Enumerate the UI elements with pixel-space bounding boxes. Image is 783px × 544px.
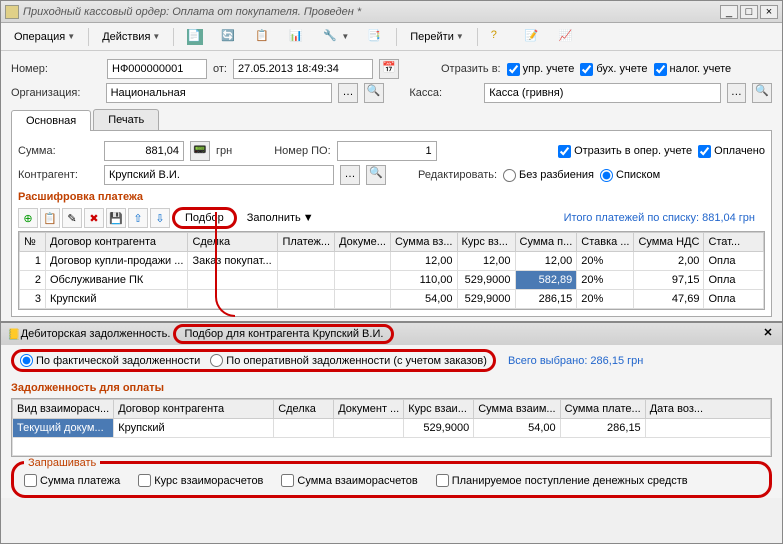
request-legend: Запрашивать [24, 457, 100, 469]
operation-menu[interactable]: Операция▼ [7, 28, 82, 46]
kassa-search-button[interactable]: 🔍 [752, 83, 772, 103]
edit-label: Редактировать: [418, 169, 497, 181]
req-settlesum-checkbox[interactable]: Сумма взаиморасчетов [281, 474, 417, 487]
table-row: 2Обслуживание ПК110,00529,9000582,8920%9… [20, 271, 764, 290]
grid-delete-button[interactable]: ✖ [84, 208, 104, 228]
radio-operative-debt[interactable]: По оперативной задолженности (с учетом з… [210, 354, 487, 367]
sum-label: Сумма: [18, 145, 98, 157]
org-field[interactable] [106, 83, 333, 103]
kassa-field[interactable] [484, 83, 720, 103]
number-field[interactable] [107, 59, 207, 79]
doc-icon [5, 5, 19, 19]
go-menu[interactable]: Перейти▼ [403, 28, 471, 46]
ka-search-button[interactable]: 🔍 [366, 165, 386, 185]
table-row: Текущий докум... Крупский 529,9000 54,00… [13, 419, 771, 438]
ka-select-button[interactable]: … [340, 165, 360, 185]
debt-section-title: Задолженность для оплаты [11, 382, 782, 394]
debt-grid[interactable]: Вид взаиморасч... Договор контрагента Сд… [11, 398, 772, 457]
toolbar-icon-2[interactable]: 🔄 [214, 26, 244, 48]
req-planned-checkbox[interactable]: Планируемое поступление денежных средств [436, 474, 688, 487]
org-label: Организация: [11, 87, 100, 99]
toolbar-icon-7[interactable]: 📝 [518, 26, 548, 48]
toolbar-icon-6[interactable]: 📑 [360, 26, 390, 48]
po-field[interactable] [337, 141, 437, 161]
subwin-title: Дебиторская задолженность. Подбор для ко… [21, 328, 760, 340]
currency-label: грн [216, 145, 232, 157]
selected-summary: Всего выбрано: 286,15 грн [508, 355, 643, 367]
fill-menu[interactable]: Заполнить▼ [239, 210, 322, 226]
oper-reflect-checkbox[interactable]: Отразить в опер. учете [558, 145, 692, 158]
req-rate-checkbox[interactable]: Курс взаиморасчетов [138, 474, 263, 487]
toolbar-icon-5[interactable]: 🔧▼ [316, 26, 356, 48]
grid-add-button[interactable]: ⊕ [18, 208, 38, 228]
toolbar-icon-3[interactable]: 📋 [248, 26, 278, 48]
section-title: Расшифровка платежа [18, 191, 765, 203]
date-picker-button[interactable]: 📅 [379, 59, 399, 79]
buh-checkbox[interactable]: бух. учете [580, 63, 647, 76]
po-label: Номер ПО: [274, 145, 330, 157]
grid-down-button[interactable]: ⇩ [150, 208, 170, 228]
date-field[interactable] [233, 59, 373, 79]
payments-summary: Итого платежей по списку: 881,04 грн [564, 212, 755, 224]
tab-print[interactable]: Печать [93, 109, 159, 130]
grid-up-button[interactable]: ⇧ [128, 208, 148, 228]
help-icon[interactable]: ? [484, 26, 514, 48]
actions-menu[interactable]: Действия▼ [95, 28, 167, 46]
toolbar-icon-4[interactable]: 📊 [282, 26, 312, 48]
paid-checkbox[interactable]: Оплачено [698, 145, 765, 158]
toolbar-icon-1[interactable]: 📄 [180, 26, 210, 48]
tab-main[interactable]: Основная [11, 110, 91, 131]
kassa-label: Касса: [409, 87, 478, 99]
podbor-button[interactable]: Подбор [172, 207, 237, 229]
close-button[interactable]: × [760, 5, 778, 19]
org-search-button[interactable]: 🔍 [364, 83, 384, 103]
upr-checkbox[interactable]: упр. учете [507, 63, 575, 76]
table-row: 3Крупский54,00529,9000286,1520%47,69Опла [20, 290, 764, 309]
ka-label: Контрагент: [18, 169, 98, 181]
toolbar-icon-8[interactable]: 📈 [552, 26, 582, 48]
subwin-icon: 📒 [7, 328, 21, 341]
req-sum-checkbox[interactable]: Сумма платежа [24, 474, 120, 487]
grid-save-button[interactable]: 💾 [106, 208, 126, 228]
grid-edit-button[interactable]: ✎ [62, 208, 82, 228]
from-label: от: [213, 63, 227, 75]
org-select-button[interactable]: … [338, 83, 358, 103]
sum-field[interactable] [104, 141, 184, 161]
grid-copy-button[interactable]: 📋 [40, 208, 60, 228]
reflect-label: Отразить в: [441, 63, 501, 75]
table-row: 1Договор купли-продажи ...Заказ покупат.… [20, 252, 764, 271]
maximize-button[interactable]: □ [740, 5, 758, 19]
number-label: Номер: [11, 63, 101, 75]
nal-checkbox[interactable]: налог. учете [654, 63, 732, 76]
edit-radio-single[interactable]: Без разбиения [503, 169, 594, 182]
window-title: Приходный кассовый ордер: Оплата от поку… [23, 6, 718, 18]
radio-actual-debt[interactable]: По фактической задолженности [20, 354, 200, 367]
payments-grid[interactable]: № Договор контрагента Сделка Платеж... Д… [18, 231, 765, 310]
kassa-select-button[interactable]: … [727, 83, 747, 103]
sum-calc-button[interactable]: 📟 [190, 141, 210, 161]
edit-radio-list[interactable]: Списком [600, 169, 660, 182]
subwin-close-button[interactable]: ✕ [760, 326, 776, 342]
minimize-button[interactable]: _ [720, 5, 738, 19]
ka-field[interactable] [104, 165, 334, 185]
